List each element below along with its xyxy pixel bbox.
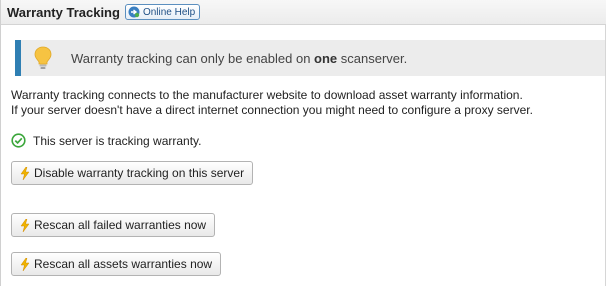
description-line-2: If your server doesn't have a direct int… xyxy=(11,103,533,117)
info-notice: Warranty tracking can only be enabled on… xyxy=(15,40,605,76)
rescan-failed-warranties-label: Rescan all failed warranties now xyxy=(34,218,207,232)
rescan-all-assets-warranties-label: Rescan all assets warranties now xyxy=(34,257,213,271)
warranty-tracking-panel: Warranty Tracking Online Help Warranty t… xyxy=(0,0,606,286)
check-circle-icon xyxy=(11,133,26,148)
lightbulb-icon xyxy=(34,46,52,69)
lightning-bolt-icon xyxy=(20,257,30,271)
status-text: This server is tracking warranty. xyxy=(33,133,202,148)
tracking-status: This server is tracking warranty. xyxy=(11,133,202,148)
rescan-failed-warranties-button[interactable]: Rescan all failed warranties now xyxy=(11,213,216,237)
disable-warranty-tracking-label: Disable warranty tracking on this server xyxy=(34,166,245,180)
online-help-icon xyxy=(128,6,140,18)
lightning-bolt-icon xyxy=(20,218,30,232)
notice-text: Warranty tracking can only be enabled on… xyxy=(71,50,408,66)
panel-header: Warranty Tracking Online Help xyxy=(1,0,606,25)
online-help-button[interactable]: Online Help xyxy=(124,4,201,20)
online-help-label: Online Help xyxy=(142,6,196,18)
description-line-1: Warranty tracking connects to the manufa… xyxy=(11,88,523,102)
lightning-bolt-icon xyxy=(20,166,30,180)
description-text: Warranty tracking connects to the manufa… xyxy=(11,88,533,118)
panel-title: Warranty Tracking xyxy=(7,4,120,20)
disable-warranty-tracking-button[interactable]: Disable warranty tracking on this server xyxy=(11,161,254,185)
rescan-all-assets-warranties-button[interactable]: Rescan all assets warranties now xyxy=(11,252,222,276)
